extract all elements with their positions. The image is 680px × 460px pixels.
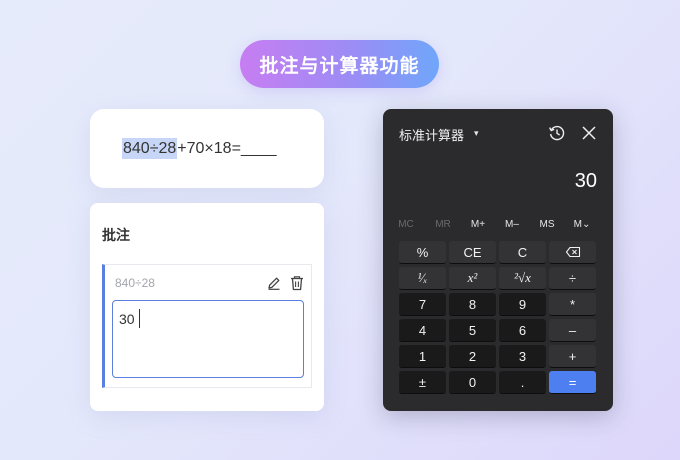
digit-7-button[interactable]: 7 xyxy=(399,293,446,316)
decimal-button[interactable]: . xyxy=(499,371,546,394)
digit-0-button[interactable]: 0 xyxy=(449,371,496,394)
close-icon[interactable] xyxy=(579,123,599,143)
edit-icon[interactable] xyxy=(265,274,283,292)
digit-3-button[interactable]: 3 xyxy=(499,345,546,368)
negate-button[interactable]: ± xyxy=(399,371,446,394)
calculator-mode-title[interactable]: 标准计算器 xyxy=(399,125,464,144)
reciprocal-button[interactable]: ¹⁄ₓ xyxy=(399,267,446,290)
digit-2-button[interactable]: 2 xyxy=(449,345,496,368)
annotation-input[interactable]: 30 xyxy=(112,300,304,378)
backspace-button[interactable] xyxy=(549,241,596,264)
calculator-display: 30 xyxy=(574,170,597,192)
subtract-button[interactable]: – xyxy=(549,319,596,342)
delete-icon[interactable] xyxy=(288,274,306,292)
calculator-window: 标准计算器 ▾ 30 MC MR M+ M– MS M⌄ % CE C ¹⁄ₓ … xyxy=(383,109,613,411)
memory-clear-button[interactable]: MC xyxy=(389,219,423,230)
annotation-title: 批注 xyxy=(102,228,130,244)
digit-9-button[interactable]: 9 xyxy=(499,293,546,316)
digit-6-button[interactable]: 6 xyxy=(499,319,546,342)
memory-row: MC MR M+ M– MS M⌄ xyxy=(395,219,601,233)
expression-rest: +70×18=____ xyxy=(177,140,277,157)
clear-entry-button[interactable]: CE xyxy=(449,241,496,264)
expression-selection[interactable]: 840÷28 xyxy=(122,138,178,159)
history-icon[interactable] xyxy=(547,123,567,143)
annotation-reference: 840÷28 xyxy=(115,276,155,290)
multiply-button[interactable]: * xyxy=(549,293,596,316)
digit-1-button[interactable]: 1 xyxy=(399,345,446,368)
digit-4-button[interactable]: 4 xyxy=(399,319,446,342)
memory-add-button[interactable]: M+ xyxy=(461,219,495,230)
text-caret xyxy=(139,309,140,328)
feature-banner: 批注与计算器功能 xyxy=(240,40,439,88)
equals-button[interactable]: = xyxy=(549,371,596,394)
digit-5-button[interactable]: 5 xyxy=(449,319,496,342)
divide-button[interactable]: ÷ xyxy=(549,267,596,290)
backspace-icon xyxy=(565,246,580,258)
expression-card: 840÷28+70×18=____ xyxy=(90,109,324,188)
digit-8-button[interactable]: 8 xyxy=(449,293,496,316)
annotation-panel: 840÷28 30 xyxy=(102,264,312,388)
clear-button[interactable]: C xyxy=(499,241,546,264)
memory-store-button[interactable]: MS xyxy=(530,219,564,230)
percent-button[interactable]: % xyxy=(399,241,446,264)
annotation-input-value: 30 xyxy=(119,311,135,327)
memory-recall-button[interactable]: MR xyxy=(426,219,460,230)
annotation-card: 批注 840÷28 30 xyxy=(90,203,324,411)
square-button[interactable]: x² xyxy=(449,267,496,290)
memory-list-button[interactable]: M⌄ xyxy=(565,219,599,230)
add-button[interactable]: + xyxy=(549,345,596,368)
square-root-button[interactable]: ²√x xyxy=(499,267,546,290)
memory-subtract-button[interactable]: M– xyxy=(495,219,529,230)
expression-text: 840÷28+70×18=____ xyxy=(122,138,277,159)
chevron-down-icon[interactable]: ▾ xyxy=(474,128,479,139)
